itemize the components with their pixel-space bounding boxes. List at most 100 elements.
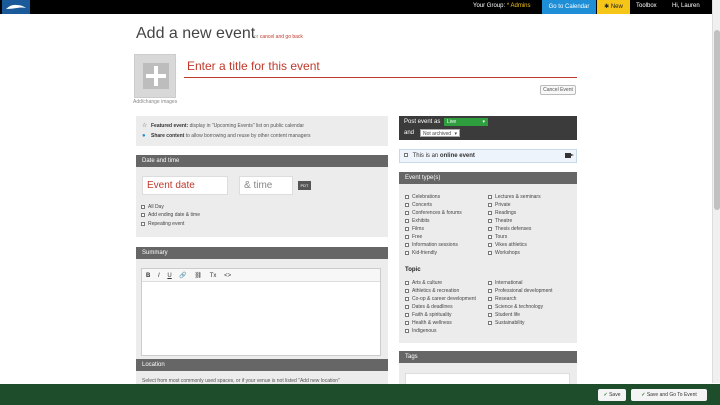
source-code-icon[interactable]: <>	[224, 273, 231, 279]
checkbox[interactable]	[488, 226, 492, 231]
add-ending-checkbox[interactable]: Add ending date & time	[141, 212, 200, 218]
topic-checkbox[interactable]: Indigenous	[405, 328, 436, 334]
summary-editor[interactable]: B I U 🔗 ⛓ Tx <>	[141, 268, 381, 356]
topic-checkbox[interactable]: Sustainability	[488, 320, 524, 326]
event-type-checkbox[interactable]: Private	[488, 202, 511, 208]
event-type-checkbox[interactable]: Concerts	[405, 202, 432, 208]
checkbox[interactable]	[405, 304, 409, 309]
topic-checkbox[interactable]: Student life	[488, 312, 520, 318]
checkbox[interactable]	[488, 218, 492, 223]
online-event-checkbox[interactable]: This is an online event	[399, 149, 577, 163]
checkbox[interactable]	[488, 296, 492, 301]
bold-button[interactable]: B	[146, 273, 150, 279]
page-scrollbar[interactable]	[712, 0, 720, 383]
checkbox[interactable]	[488, 194, 492, 199]
add-image-button[interactable]	[134, 54, 176, 98]
topic-checkbox[interactable]: Health & wellness	[405, 320, 452, 326]
event-type-checkbox[interactable]: Kid-friendly	[405, 250, 437, 256]
checkbox[interactable]	[488, 288, 492, 293]
checkbox[interactable]	[405, 250, 409, 255]
underline-button[interactable]: U	[167, 273, 171, 279]
checkbox[interactable]	[404, 153, 408, 158]
checkbox[interactable]	[141, 204, 145, 209]
event-type-checkbox[interactable]: Vikes athletics	[488, 242, 527, 248]
checkbox-label: Workshops	[495, 250, 520, 256]
scrollbar-thumb[interactable]	[714, 30, 720, 210]
topic-checkbox[interactable]: Co-op & career development	[405, 296, 476, 302]
checkbox[interactable]	[405, 288, 409, 293]
checkbox[interactable]	[405, 242, 409, 247]
topic-checkbox[interactable]: International	[488, 280, 523, 286]
checkbox[interactable]	[405, 202, 409, 207]
status-select[interactable]: Live ▾	[444, 118, 488, 126]
event-type-checkbox[interactable]: Films	[405, 226, 424, 232]
event-type-checkbox[interactable]: Lectures & seminars	[488, 194, 541, 200]
save-button[interactable]: ✓ Save	[598, 389, 626, 401]
topic-checkbox[interactable]: Professional development	[488, 288, 553, 294]
event-type-checkbox[interactable]: Information sessions	[405, 242, 458, 248]
all-day-checkbox[interactable]: All Day	[141, 204, 164, 210]
user-menu[interactable]: Hi, Lauren	[672, 3, 700, 9]
checkbox[interactable]	[405, 320, 409, 325]
group-selector[interactable]: Your Group: * Admins	[473, 3, 531, 9]
repeating-checkbox[interactable]: Repeating event	[141, 221, 184, 227]
checkbox[interactable]	[141, 212, 145, 217]
event-type-checkbox[interactable]: Readings	[488, 210, 516, 216]
logo[interactable]	[2, 0, 30, 14]
featured-row[interactable]: ☆ Featured event: display in "Upcoming Ev…	[142, 121, 382, 131]
checkbox[interactable]	[488, 250, 492, 255]
topic-checkbox[interactable]: Arts & culture	[405, 280, 442, 286]
clear-format-icon[interactable]: Tx	[210, 273, 217, 279]
toolbox-menu[interactable]: Toolbox	[636, 3, 657, 9]
checkbox[interactable]	[405, 312, 409, 317]
checkbox[interactable]	[488, 280, 492, 285]
topic-checkbox[interactable]: Dates & deadlines	[405, 304, 453, 310]
topic-checkbox[interactable]: Faith & spirituality	[405, 312, 451, 318]
checkbox-label: Exhibits	[412, 218, 430, 224]
checkbox[interactable]	[405, 194, 409, 199]
new-button[interactable]: ✱ New	[597, 0, 630, 14]
italic-button[interactable]: I	[158, 273, 160, 279]
checkbox[interactable]	[405, 296, 409, 301]
checkbox[interactable]	[405, 280, 409, 285]
link-icon[interactable]: 🔗	[179, 273, 186, 279]
event-type-checkbox[interactable]: Theatre	[488, 218, 512, 224]
event-type-checkbox[interactable]: Thesis defenses	[488, 226, 531, 232]
checkbox-label: Indigenous	[412, 328, 437, 334]
event-type-checkbox[interactable]: Workshops	[488, 250, 520, 256]
checkbox[interactable]	[488, 320, 492, 325]
checkbox[interactable]	[488, 202, 492, 207]
go-to-calendar-button[interactable]: Go to Calendar	[542, 0, 596, 14]
topic-checkbox[interactable]: Science & technology	[488, 304, 543, 310]
checkbox[interactable]	[488, 210, 492, 215]
archive-select[interactable]: Not archived ▾	[420, 129, 460, 137]
topic-checkbox[interactable]: Athletics & recreation	[405, 288, 459, 294]
checkbox-label: Co-op & career development	[412, 296, 476, 302]
checkbox[interactable]	[488, 234, 492, 239]
save-and-go-button[interactable]: ✓ Save and Go To Event	[631, 389, 707, 401]
event-type-checkbox[interactable]: Celebrations	[405, 194, 440, 200]
share-row[interactable]: ● Share content to allow borrowing and re…	[142, 131, 382, 141]
event-date-input[interactable]: Event date	[142, 176, 228, 195]
cancel-and-go-back-link[interactable]: cancel and go back	[260, 34, 303, 40]
editor-toolbar: B I U 🔗 ⛓ Tx <>	[142, 269, 380, 282]
event-title-input[interactable]: Enter a title for this event	[184, 55, 577, 78]
checkbox[interactable]	[405, 226, 409, 231]
event-type-checkbox[interactable]: Free	[405, 234, 422, 240]
checkbox[interactable]	[405, 210, 409, 215]
unlink-icon[interactable]: ⛓	[195, 273, 203, 279]
event-time-input[interactable]: & time	[239, 176, 293, 195]
checkbox[interactable]	[488, 242, 492, 247]
checkbox[interactable]	[405, 218, 409, 223]
checkbox[interactable]	[405, 234, 409, 239]
cancel-event-button[interactable]: Cancel Event	[540, 85, 576, 95]
event-type-checkbox[interactable]: Exhibits	[405, 218, 430, 224]
event-type-checkbox[interactable]: Tours	[488, 234, 507, 240]
checkbox[interactable]	[141, 221, 145, 226]
timezone-badge[interactable]: PDT	[298, 181, 311, 190]
checkbox[interactable]	[405, 328, 409, 333]
topic-checkbox[interactable]: Research	[488, 296, 516, 302]
event-type-checkbox[interactable]: Conferences & forums	[405, 210, 462, 216]
checkbox[interactable]	[488, 304, 492, 309]
checkbox[interactable]	[488, 312, 492, 317]
